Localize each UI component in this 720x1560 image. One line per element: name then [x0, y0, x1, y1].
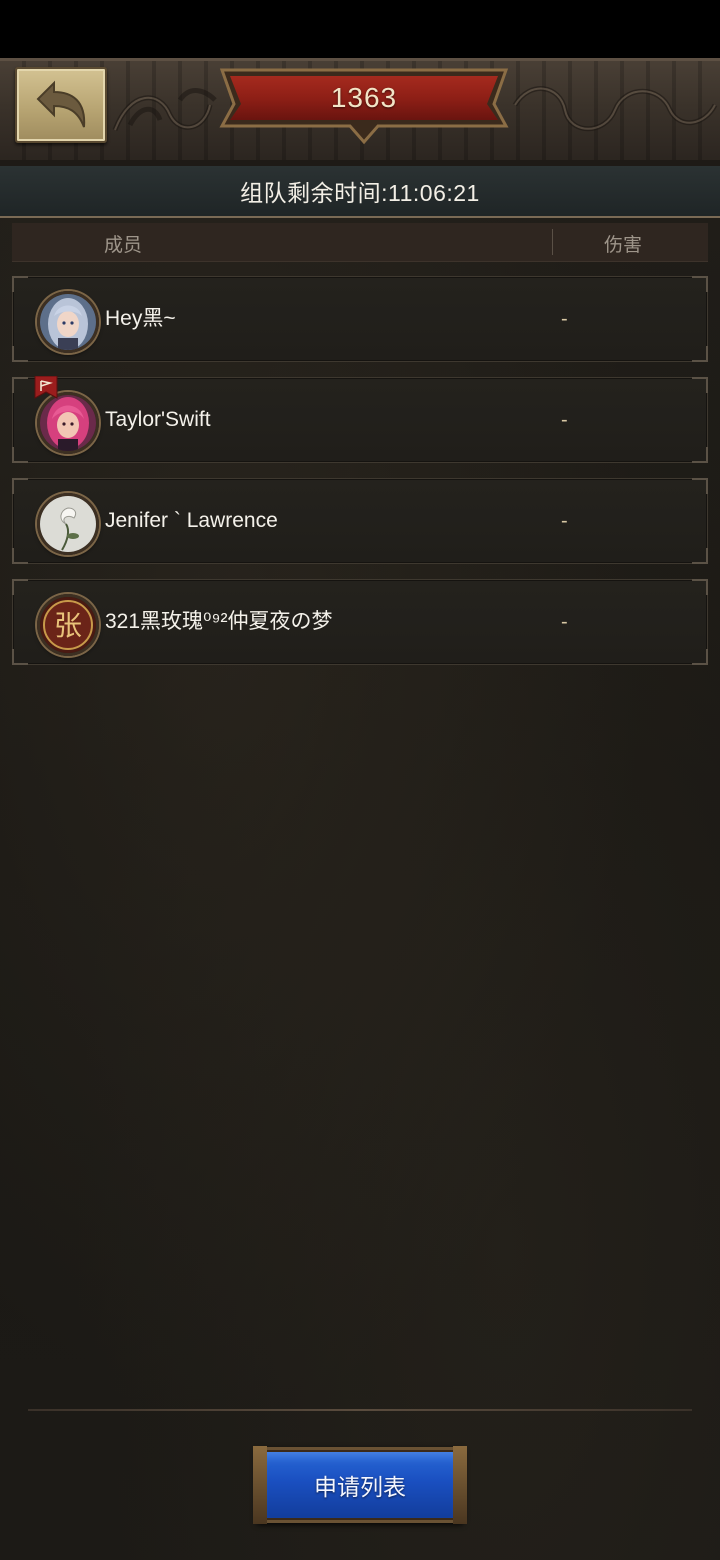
avatar[interactable]: 张 [37, 594, 99, 656]
bottom-divider [28, 1409, 692, 1411]
svg-text:张: 张 [54, 609, 82, 642]
member-name: Taylor'Swift [105, 408, 211, 431]
status-bar [0, 0, 720, 58]
apply-list-button[interactable]: 申请列表 [253, 1446, 467, 1524]
avatar[interactable] [37, 291, 99, 353]
back-button[interactable] [15, 67, 107, 143]
column-divider [552, 229, 553, 255]
member-table-header: 成员 伤害 [12, 223, 708, 262]
member-row[interactable]: Hey黑~ - [12, 276, 708, 362]
banner-value: 1363 [330, 82, 398, 113]
ornament-right [512, 86, 718, 132]
member-name: 321黑玫瑰⁰⁹²仲夏夜の梦 [105, 610, 333, 633]
team-timer-bar: 组队剩余时间:11:06:21 [0, 166, 720, 218]
member-damage: - [561, 307, 568, 330]
leader-flag-icon [34, 376, 58, 399]
member-name: Hey黑~ [105, 307, 176, 330]
member-name: Jenifer ` Lawrence [105, 509, 278, 532]
back-arrow-icon [36, 80, 86, 128]
team-remaining-time: 组队剩余时间:11:06:21 [240, 180, 480, 206]
avatar[interactable] [37, 493, 99, 555]
apply-list-label: 申请列表 [314, 1474, 406, 1500]
ornament-left [112, 88, 217, 131]
member-row[interactable]: Taylor'Swift - [12, 376, 708, 463]
column-damage: 伤害 [604, 235, 643, 256]
member-row[interactable]: 张 321黑玫瑰⁰⁹²仲夏夜の梦 - [12, 579, 708, 665]
member-damage: - [561, 509, 568, 532]
member-damage: - [561, 610, 568, 633]
column-member: 成员 [104, 235, 143, 256]
member-damage: - [561, 408, 568, 431]
member-row[interactable]: Jenifer ` Lawrence - [12, 478, 708, 564]
